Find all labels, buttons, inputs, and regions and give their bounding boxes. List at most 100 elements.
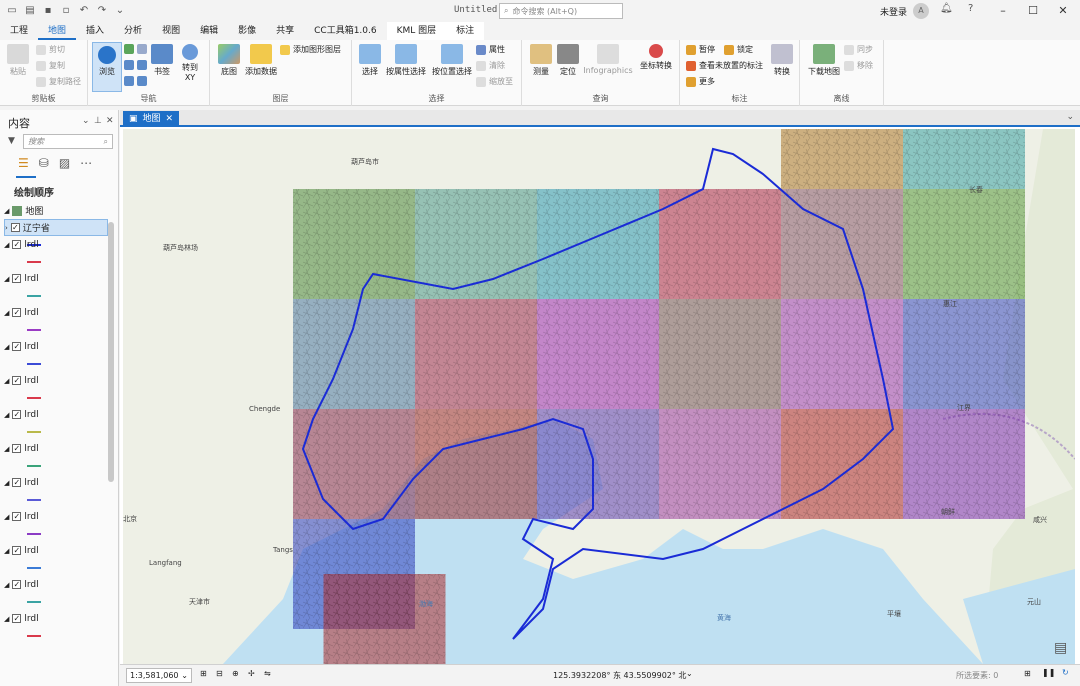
expand-icon[interactable]: ◢ bbox=[4, 479, 9, 487]
sync-button[interactable]: 同步 bbox=[844, 44, 873, 55]
expand-icon[interactable]: ◢ bbox=[4, 275, 9, 283]
tab-10[interactable]: 标注 bbox=[446, 22, 485, 40]
layer-checkbox[interactable]: ✓ bbox=[12, 580, 22, 589]
save-as-icon[interactable]: ▫ bbox=[60, 5, 72, 17]
layer-item[interactable]: ◢ ✓ lrdl bbox=[4, 406, 108, 423]
contents-search-input[interactable]: 搜索 ⌕ bbox=[23, 134, 113, 149]
layer-item[interactable]: ◢ ✓ lrdl bbox=[4, 372, 108, 389]
tab-list-icon[interactable]: ⌄ bbox=[1066, 112, 1074, 122]
snap-icon[interactable]: ⊕ bbox=[232, 669, 239, 678]
customize-icon[interactable]: ⌄ bbox=[114, 5, 126, 17]
refresh-extent-icon[interactable]: ⊞ bbox=[1024, 669, 1031, 678]
coords-dropdown-icon[interactable]: ⌄ bbox=[686, 669, 693, 678]
tab-4[interactable]: 视图 bbox=[152, 22, 190, 40]
layer-item[interactable]: ◢ ✓ lrdl bbox=[4, 338, 108, 355]
expand-icon[interactable]: ◢ bbox=[4, 547, 9, 555]
tab-7[interactable]: 共享 bbox=[266, 22, 304, 40]
layer-checkbox[interactable]: ✓ bbox=[12, 410, 22, 419]
locate-button[interactable]: 定位 bbox=[556, 44, 580, 77]
data-source-icon[interactable]: ⛁ bbox=[39, 156, 49, 170]
previous-extent-button[interactable] bbox=[124, 76, 147, 86]
tab-5[interactable]: 编辑 bbox=[190, 22, 228, 40]
open-icon[interactable]: ▤ bbox=[24, 5, 36, 17]
draw-order-icon[interactable]: ☰ bbox=[18, 156, 29, 170]
help-icon[interactable]: ? bbox=[968, 3, 973, 14]
select-button[interactable]: 选择 bbox=[358, 44, 382, 77]
tab-1[interactable]: 地图 bbox=[38, 22, 77, 40]
options-icon[interactable]: ⌄ bbox=[82, 116, 90, 126]
layer-checkbox[interactable]: ✓ bbox=[12, 546, 22, 555]
grid-icon[interactable]: ⊞ bbox=[200, 669, 207, 678]
layer-symbol[interactable] bbox=[4, 321, 108, 338]
coordinate-conversion-button[interactable]: 坐标转换 bbox=[636, 44, 676, 71]
download-map-button[interactable]: 下载地图 bbox=[806, 44, 842, 77]
basemap-button[interactable]: 底图 bbox=[216, 44, 242, 77]
layer-checkbox[interactable]: ✓ bbox=[12, 478, 22, 487]
layer-symbol[interactable] bbox=[4, 355, 108, 372]
add-graphics-layer-button[interactable]: 添加图形图层 bbox=[280, 44, 341, 55]
notification-icon[interactable]: 🔔︎ bbox=[940, 3, 953, 14]
layer-checkbox[interactable]: ✓ bbox=[12, 308, 22, 317]
expand-icon[interactable]: ◢ bbox=[4, 377, 9, 385]
redo-icon[interactable]: ↷ bbox=[96, 5, 108, 17]
close-icon[interactable]: ✕ bbox=[1048, 2, 1078, 20]
zoom-to-button[interactable]: 缩放至 bbox=[476, 76, 513, 87]
layer-checkbox[interactable]: ✓ bbox=[12, 274, 22, 283]
layer-symbol[interactable] bbox=[4, 253, 108, 270]
undo-icon[interactable]: ↶ bbox=[78, 5, 90, 17]
layer-item[interactable]: › ✓ 辽宁省 bbox=[4, 219, 108, 236]
layer-item[interactable]: ◢ ✓ lrdl bbox=[4, 270, 108, 287]
explore-button[interactable]: 浏览 bbox=[92, 42, 122, 92]
layer-item[interactable]: ◢ ✓ lrdl bbox=[4, 610, 108, 627]
minimize-icon[interactable]: – bbox=[988, 2, 1018, 20]
tab-8[interactable]: CC工具箱1.0.6 bbox=[304, 22, 386, 40]
layer-checkbox[interactable]: ✓ bbox=[12, 376, 22, 385]
maximize-icon[interactable]: ☐ bbox=[1018, 2, 1048, 20]
filter-icon[interactable]: ▼ bbox=[8, 136, 15, 146]
zoom-full-button[interactable] bbox=[124, 44, 147, 54]
tab-6[interactable]: 影像 bbox=[228, 22, 266, 40]
tab-0[interactable]: 工程 bbox=[0, 22, 38, 40]
notification-panel-icon[interactable]: ▤ bbox=[1054, 640, 1067, 656]
layer-symbol[interactable] bbox=[4, 627, 108, 644]
more-options-icon[interactable]: ⋯ bbox=[80, 156, 92, 170]
layer-checkbox[interactable]: ✓ bbox=[12, 512, 22, 521]
layer-item[interactable]: ◢ ✓ lrdl bbox=[4, 542, 108, 559]
layer-item[interactable]: ◢ ✓ lrdl bbox=[4, 508, 108, 525]
layer-symbol[interactable] bbox=[4, 525, 108, 542]
copy-button[interactable]: 复制 bbox=[36, 60, 65, 71]
close-tab-icon[interactable]: ✕ bbox=[166, 111, 174, 127]
command-search[interactable]: ⌕ 命令搜索 (Alt+Q) bbox=[499, 3, 623, 19]
flip-icon[interactable]: ⇋ bbox=[264, 669, 271, 678]
layer-item[interactable]: ◢ ✓ lrdl bbox=[4, 576, 108, 593]
layer-symbol[interactable] bbox=[4, 389, 108, 406]
paste-button[interactable]: 粘贴 bbox=[5, 44, 31, 77]
expand-icon[interactable]: ◢ bbox=[4, 581, 9, 589]
expand-icon[interactable]: ◢ bbox=[4, 411, 9, 419]
expand-icon[interactable]: ◢ bbox=[4, 445, 9, 453]
view-unplaced-button[interactable]: 查看未放置的标注 bbox=[686, 60, 763, 71]
layer-checkbox[interactable]: ✓ bbox=[12, 444, 22, 453]
convert-button[interactable]: 转换 bbox=[770, 44, 794, 77]
layer-checkbox[interactable]: ✓ bbox=[12, 240, 22, 249]
layer-checkbox[interactable]: ✓ bbox=[10, 223, 20, 232]
scale-selector[interactable]: 1:3,581,060 ⌄ bbox=[126, 668, 192, 683]
clear-button[interactable]: 清除 bbox=[476, 60, 505, 71]
tab-3[interactable]: 分析 bbox=[114, 22, 152, 40]
measure-button[interactable]: 测量 bbox=[528, 44, 554, 77]
new-project-icon[interactable]: ▭ bbox=[6, 5, 18, 17]
save-icon[interactable]: ▪ bbox=[42, 5, 54, 17]
avatar[interactable]: A bbox=[913, 3, 929, 19]
scale-icon[interactable]: ⊟ bbox=[216, 669, 223, 678]
contents-scrollbar[interactable] bbox=[108, 222, 114, 482]
pan-icon[interactable]: ✢ bbox=[248, 669, 255, 678]
layer-item[interactable]: ◢ ✓ lrdl bbox=[4, 440, 108, 457]
cut-button[interactable]: 剪切 bbox=[36, 44, 65, 55]
layer-symbol[interactable] bbox=[4, 559, 108, 576]
layer-checkbox[interactable]: ✓ bbox=[12, 342, 22, 351]
layer-item[interactable]: ◢ ✓ lrdl bbox=[4, 304, 108, 321]
expand-icon[interactable]: ◢ bbox=[4, 343, 9, 351]
fixed-zoom-button[interactable] bbox=[124, 60, 147, 70]
pin-icon[interactable]: ⊥ bbox=[94, 116, 102, 126]
selection-list-icon[interactable]: ▨ bbox=[59, 156, 70, 170]
